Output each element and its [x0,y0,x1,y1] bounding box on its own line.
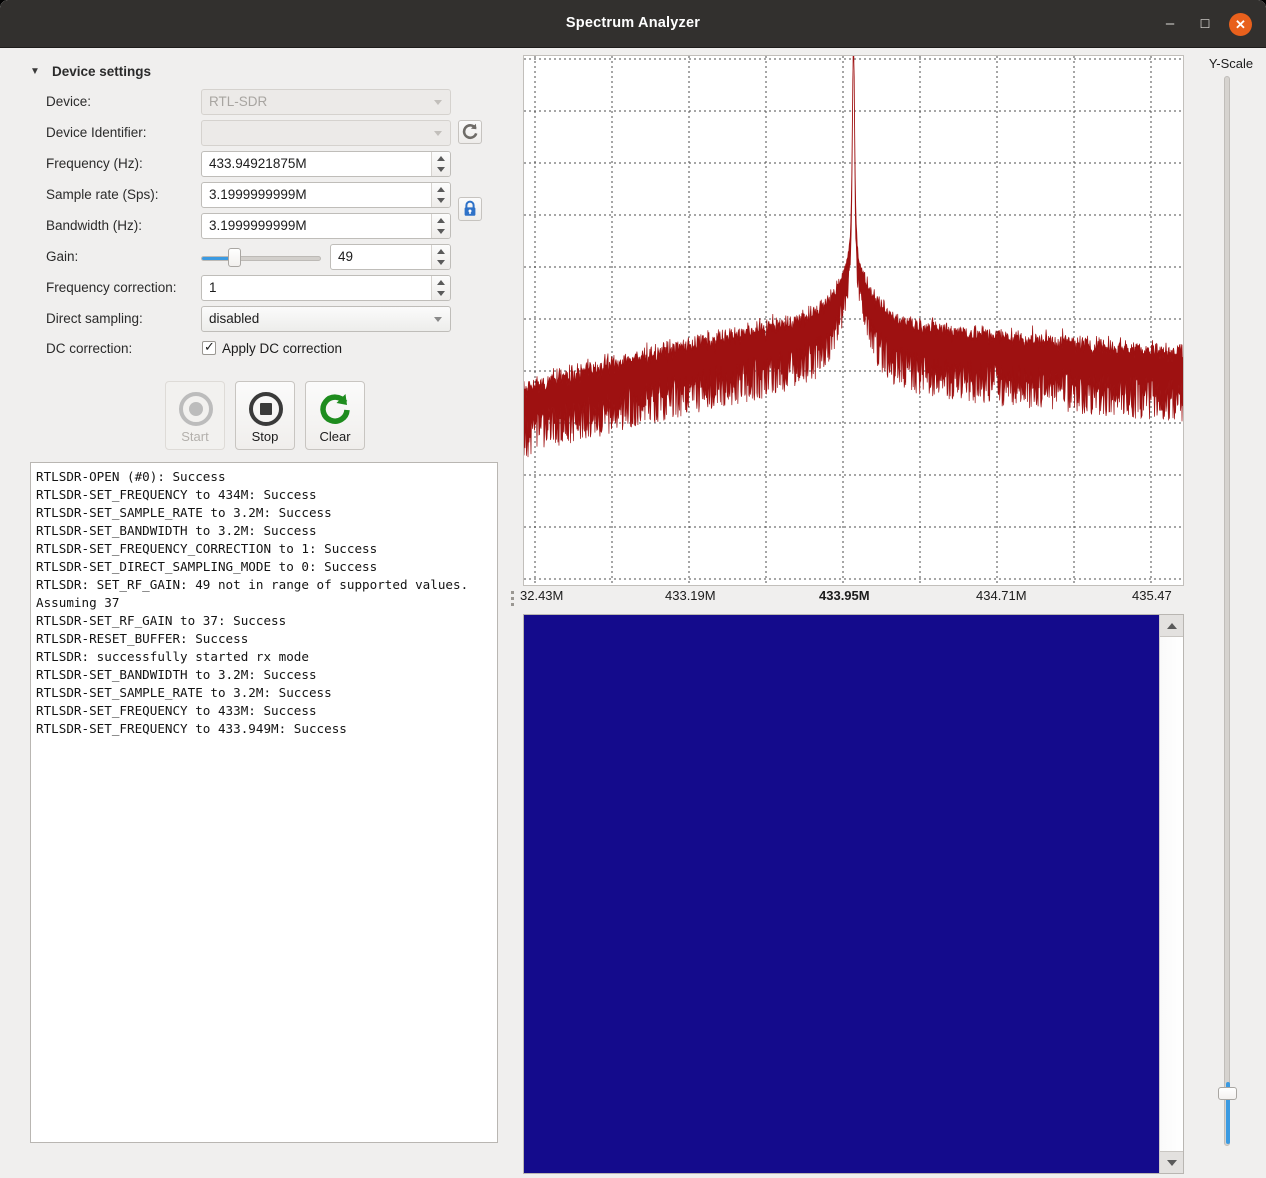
stop-button[interactable]: Stop [235,381,295,450]
frequency-label: Frequency (Hz): [46,156,143,171]
device-label: Device: [46,94,92,109]
scroll-down-button[interactable] [1160,1151,1183,1173]
stepper-up-icon[interactable] [437,249,445,254]
gain-stepper[interactable] [431,245,450,269]
log-output[interactable]: RTLSDR-OPEN (#0): Success RTLSDR-SET_FRE… [30,462,498,1143]
y-scale-slider[interactable] [1224,76,1230,1146]
stepper-down-icon[interactable] [437,229,445,234]
frequency-correction-label: Frequency correction: [46,280,177,295]
minimize-button[interactable]: – [1160,14,1180,34]
stepper-down-icon[interactable] [437,260,445,265]
triangle-down-icon [1167,1160,1177,1166]
stop-button-label: Stop [251,429,279,444]
frequency-stepper[interactable] [431,152,450,176]
maximize-button[interactable]: ☐ [1195,14,1215,34]
chevron-down-icon [434,100,442,105]
xtick-label-1: 433.19M [665,588,716,603]
lock-icon [464,200,476,216]
spectrum-panel: 32.43M 433.19M 433.95M 434.71M 435.47 Y-… [520,48,1266,1178]
chevron-down-icon [434,131,442,136]
sample-rate-stepper[interactable] [431,183,450,207]
bandwidth-input[interactable]: 3.1999999999M [201,213,451,239]
clear-button[interactable]: Clear [305,381,365,450]
log-text: RTLSDR-OPEN (#0): Success RTLSDR-SET_FRE… [36,469,469,736]
sample-rate-input[interactable]: 3.1999999999M [201,182,451,208]
stop-icon [249,392,283,426]
y-scale-slider-handle[interactable] [1218,1087,1237,1100]
frequency-correction-input[interactable]: 1 [201,275,451,301]
stepper-down-icon[interactable] [437,291,445,296]
link-bandwidth-lock-button[interactable] [458,197,482,221]
spectrum-trace [524,56,1183,458]
waterfall-scrollbar[interactable] [1159,615,1183,1173]
start-button-label: Start [181,429,209,444]
frequency-value: 433.94921875M [209,156,307,171]
device-settings-title: Device settings [52,64,152,79]
clear-button-label: Clear [319,429,351,444]
device-identifier-combo[interactable] [201,120,451,146]
xtick-label-2: 433.95M [819,588,870,603]
window-title: Spectrum Analyzer [565,15,701,31]
waterfall-canvas[interactable] [524,615,1159,1173]
check-icon: ✓ [204,339,215,354]
start-button[interactable]: Start [165,381,225,450]
y-scale-label: Y-Scale [1208,56,1254,71]
close-button[interactable]: ✕ [1229,13,1252,36]
stepper-up-icon[interactable] [437,156,445,161]
bandwidth-stepper[interactable] [431,214,450,238]
dc-correction-checkbox-label[interactable]: Apply DC correction [222,341,342,356]
refresh-green-icon [320,394,350,424]
xtick-label-4: 435.47 [1132,588,1172,603]
stepper-up-icon[interactable] [437,218,445,223]
frequency-correction-value: 1 [209,280,217,295]
app-window: Spectrum Analyzer – ☐ ✕ ▼ Device setting… [0,0,1266,1178]
frequency-correction-stepper[interactable] [431,276,450,300]
device-combo[interactable]: RTL-SDR [201,89,451,115]
sample-rate-value: 3.1999999999M [209,187,307,202]
bandwidth-value: 3.1999999999M [209,218,307,233]
device-identifier-label: Device Identifier: [46,125,147,140]
xtick-label-0: 32.43M [520,588,564,603]
dc-correction-checkbox[interactable]: ✓ [202,339,216,355]
gain-slider-handle[interactable] [228,248,241,267]
scroll-up-button[interactable] [1160,615,1183,637]
splitter-grip-icon[interactable] [511,591,514,611]
direct-sampling-combo[interactable]: disabled [201,306,451,332]
sample-rate-label: Sample rate (Sps): [46,187,159,202]
device-settings-panel: ▼ Device settings Device: RTL-SDR Device… [0,48,506,1178]
dc-correction-label: DC correction: [46,341,133,356]
stepper-up-icon[interactable] [437,280,445,285]
spectrum-plot[interactable] [523,55,1184,586]
chevron-down-icon [434,317,442,322]
collapse-arrow-icon[interactable]: ▼ [30,66,40,77]
stepper-up-icon[interactable] [437,187,445,192]
direct-sampling-value: disabled [209,311,260,326]
device-combo-value: RTL-SDR [209,94,268,109]
window-body: ▼ Device settings Device: RTL-SDR Device… [0,48,1266,1178]
stepper-down-icon[interactable] [437,198,445,203]
record-icon [179,392,213,426]
stepper-down-icon[interactable] [437,167,445,172]
triangle-up-icon [1167,623,1177,629]
gain-value: 49 [338,249,354,264]
gain-label: Gain: [46,249,79,264]
frequency-axis: 32.43M 433.19M 433.95M 434.71M 435.47 [520,586,1192,612]
bandwidth-label: Bandwidth (Hz): [46,218,143,233]
title-bar: Spectrum Analyzer – ☐ ✕ [0,0,1266,48]
xtick-label-3: 434.71M [976,588,1027,603]
refresh-icon [462,123,478,140]
direct-sampling-label: Direct sampling: [46,311,143,326]
waterfall-display[interactable] [523,614,1184,1174]
panel-splitter[interactable] [506,48,520,1178]
gain-input[interactable]: 49 [330,244,451,270]
frequency-input[interactable]: 433.94921875M [201,151,451,177]
refresh-devices-button[interactable] [458,120,482,144]
gain-slider[interactable] [201,256,321,261]
